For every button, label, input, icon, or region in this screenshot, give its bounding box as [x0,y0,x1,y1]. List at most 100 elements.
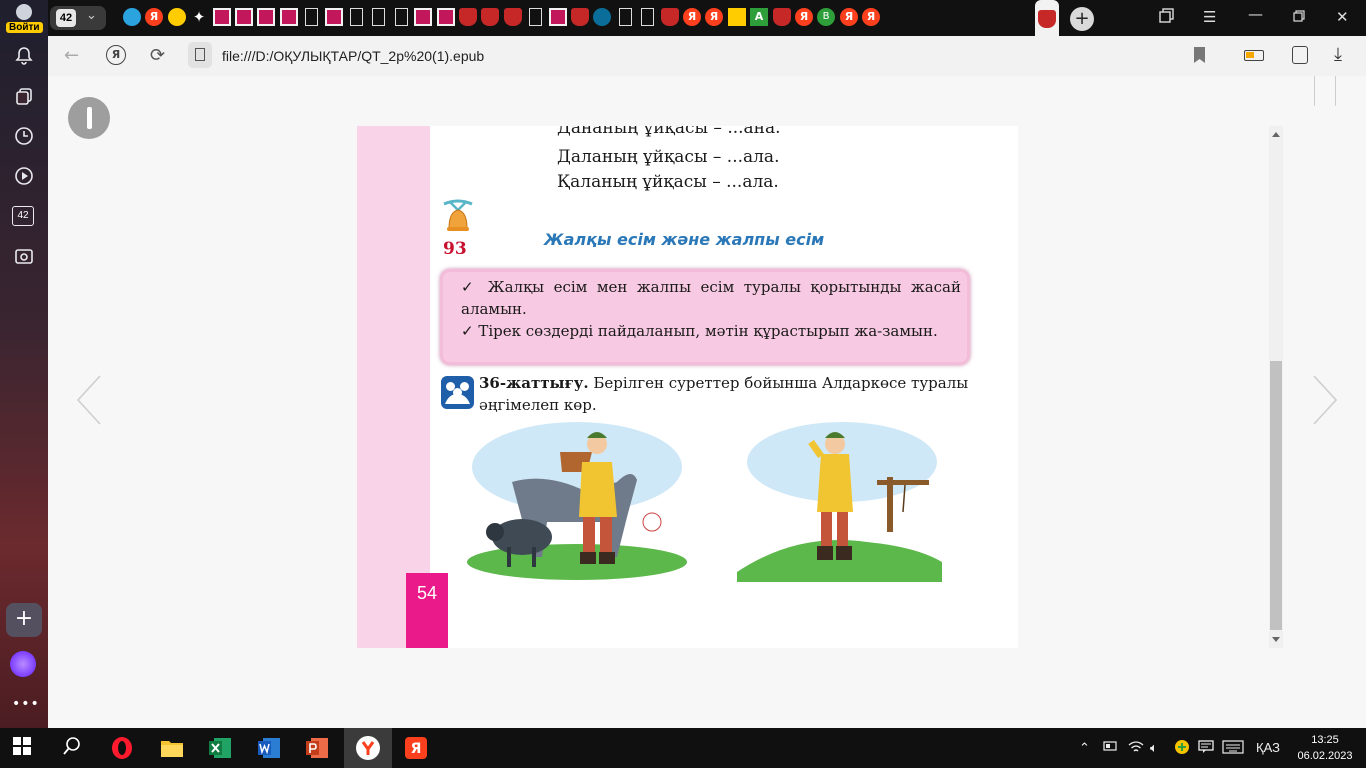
tab[interactable]: Я [862,8,880,26]
tab[interactable] [257,8,275,26]
tab[interactable] [728,8,746,26]
tab[interactable]: ✦ [190,8,208,26]
tab[interactable] [481,8,499,26]
illustration-aldar-kose-post [737,422,947,582]
tab[interactable] [123,8,141,26]
language-indicator[interactable]: ҚАЗ [1256,740,1280,755]
yandex-icon: Я [683,8,701,26]
tab[interactable]: В [817,8,835,26]
goal-item: ✓ Жалқы есім мен жалпы есім туралы қорыт… [461,278,961,318]
yandex-icon[interactable]: Я [106,45,126,65]
active-taskbar-app[interactable] [344,728,392,768]
tab[interactable] [302,8,320,26]
vertical-scrollbar[interactable] [1269,126,1283,648]
tab-counter-button[interactable]: 42 ⌄ [50,6,106,30]
collections-icon[interactable] [8,80,40,112]
tab[interactable] [347,8,365,26]
notifications-tray-icon[interactable] [1198,740,1214,757]
tab[interactable] [773,8,791,26]
alice-assistant-icon[interactable] [10,651,36,677]
bell-icon[interactable] [8,40,40,72]
tab[interactable] [638,8,656,26]
tab[interactable]: Я [145,8,163,26]
new-tab-button[interactable]: + [1070,7,1094,31]
more-icon[interactable]: ••• [12,696,40,712]
tab[interactable] [549,8,567,26]
wordwall-icon [257,8,275,26]
tab[interactable] [459,8,477,26]
tab[interactable] [325,8,343,26]
next-page-icon[interactable] [1312,374,1338,426]
tab-manager-icon[interactable] [1159,8,1175,28]
tab[interactable] [392,8,410,26]
restore-icon[interactable] [1293,8,1305,26]
chevron-down-icon: ⌄ [86,8,97,23]
doc-icon [350,8,363,26]
yandex-icon: Я [795,8,813,26]
tab[interactable]: Я [840,8,858,26]
doc-icon [395,8,408,26]
back-icon[interactable]: ← [64,45,79,66]
url-field[interactable]: file:///D:/ОҚУЛЫҚТАР/QT_2p%20(1).epub [222,48,484,64]
keyboard-icon[interactable] [1222,740,1244,757]
video-icon[interactable] [8,160,40,192]
bookmark-corner-icon[interactable] [1314,76,1336,106]
security-tray-icon[interactable] [1174,739,1190,758]
scroll-up-icon[interactable] [1272,132,1280,137]
excel-icon[interactable] [208,736,232,760]
page-margin-bar [357,126,430,648]
previous-page-icon[interactable] [76,374,102,426]
profile-button[interactable]: Войти [4,4,44,34]
tab[interactable] [280,8,298,26]
minimize-icon[interactable]: — [1248,5,1263,23]
history-icon[interactable] [8,120,40,152]
tab[interactable]: Я [795,8,813,26]
shield-icon [1038,10,1056,28]
scroll-thumb[interactable] [1270,361,1282,630]
bookmark-icon[interactable] [1194,47,1205,63]
tab[interactable] [504,8,522,26]
reload-icon[interactable]: ⟳ [150,45,165,66]
file-explorer-icon[interactable] [160,736,184,760]
extensions-icon[interactable] [1292,46,1308,64]
tab[interactable] [526,8,544,26]
battery-tray-icon[interactable] [1103,740,1119,755]
windows-start-icon[interactable] [12,736,36,760]
menu-icon[interactable]: ☰ [1203,8,1216,26]
reader-menu-button[interactable] [68,97,110,139]
chevron-up-icon[interactable]: ⌃ [1079,740,1090,756]
tab-count: 42 [56,9,76,27]
download-icon[interactable]: ⤓ [1334,44,1342,65]
add-panel-button[interactable]: + [6,603,42,637]
tab[interactable] [213,8,231,26]
screenshot-icon[interactable] [8,240,40,272]
tab[interactable] [593,8,611,26]
close-icon[interactable]: ✕ [1336,8,1349,26]
tab[interactable] [571,8,589,26]
search-icon[interactable] [62,736,86,760]
tab[interactable]: Я [683,8,701,26]
active-tab[interactable] [1035,0,1059,36]
tab[interactable] [414,8,432,26]
word-icon[interactable] [257,736,281,760]
volume-icon[interactable]: 🔈︎ [1150,740,1158,756]
tabs-counter-icon[interactable]: 42 [12,206,34,226]
battery-icon[interactable] [1244,50,1264,61]
tab[interactable] [168,8,186,26]
tab[interactable] [661,8,679,26]
wifi-icon[interactable] [1128,740,1144,757]
file-icon[interactable] [188,42,212,68]
browser-sidebar: Войти 42 + ••• [0,0,48,728]
tab[interactable] [369,8,387,26]
avatar [16,4,32,20]
yandex-icon[interactable]: Я [404,736,428,760]
clock[interactable]: 13:25 06.02.2023 [1292,732,1358,764]
tab[interactable]: Я [705,8,723,26]
powerpoint-icon[interactable] [305,736,329,760]
tab[interactable] [616,8,634,26]
scroll-down-icon[interactable] [1272,637,1280,642]
opera-icon[interactable] [110,736,134,760]
tab[interactable] [235,8,253,26]
tab[interactable] [437,8,455,26]
tab[interactable]: A [750,8,768,26]
